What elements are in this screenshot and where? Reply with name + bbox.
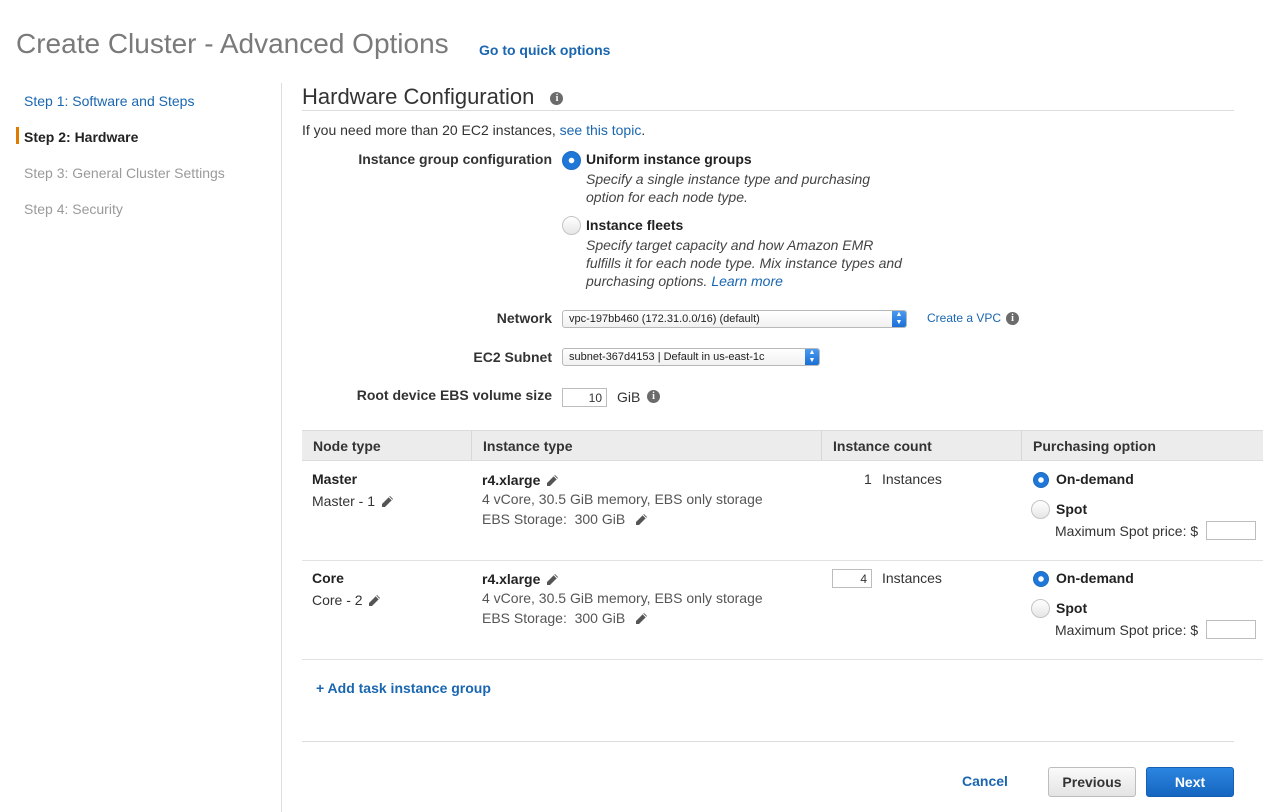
footer-divider (302, 741, 1234, 742)
column-separator (1021, 431, 1022, 460)
node-name-core: Core - 2 (312, 592, 382, 609)
ebs-volume-size-input[interactable] (562, 388, 607, 407)
fleets-desc-line-3-text: purchasing options. (586, 273, 712, 289)
node-name-master-text: Master - 1 (312, 493, 376, 509)
instance-fleets-title: Instance fleets (586, 217, 684, 233)
spot-radio-master[interactable] (1031, 500, 1050, 519)
ebs-storage-core: EBS Storage: 300 GiB (482, 610, 649, 627)
intro-text-end: . (641, 122, 646, 138)
sidebar-step-general-settings: Step 3: General Cluster Settings (24, 165, 225, 181)
pencil-icon[interactable] (544, 473, 560, 489)
instance-specs-core: 4 vCore, 30.5 GiB memory, EBS only stora… (482, 590, 763, 606)
next-button[interactable]: Next (1146, 767, 1234, 797)
instance-group-config-label: Instance group configuration (358, 151, 552, 167)
pencil-icon[interactable] (633, 611, 649, 627)
uniform-instance-groups-desc: Specify a single instance type and purch… (586, 170, 870, 206)
network-label: Network (496, 310, 552, 326)
pencil-icon[interactable] (366, 593, 382, 609)
sidebar-step-software[interactable]: Step 1: Software and Steps (24, 93, 194, 109)
col-header-instance-type: Instance type (483, 438, 573, 454)
instance-type-master: r4.xlarge (482, 472, 560, 489)
max-spot-price-label-core: Maximum Spot price: $ (1055, 622, 1199, 638)
pencil-icon[interactable] (379, 494, 395, 510)
column-separator (821, 431, 822, 460)
max-spot-price-input-core[interactable] (1206, 620, 1256, 639)
instance-fleets-radio[interactable] (562, 216, 581, 235)
sidebar-divider (281, 83, 282, 812)
ec2-subnet-select-value: subnet-367d4153 | Default in us-east-1c (569, 351, 765, 363)
node-type-core: Core (312, 570, 344, 586)
instance-count-input-core[interactable] (832, 569, 872, 588)
learn-more-link[interactable]: Learn more (711, 273, 783, 289)
on-demand-label-master: On-demand (1056, 471, 1134, 487)
fleets-desc-line-2: fulfills it for each node type. Mix inst… (586, 255, 902, 271)
instance-type-core: r4.xlarge (482, 571, 560, 588)
ebs-storage-master-value: 300 GiB (574, 511, 626, 527)
max-spot-price-label-master: Maximum Spot price: $ (1055, 523, 1199, 539)
row-divider (302, 659, 1263, 660)
see-this-topic-link[interactable]: see this topic (560, 122, 642, 138)
ebs-storage-core-label: EBS Storage: (482, 610, 567, 626)
info-icon[interactable]: i (1006, 312, 1019, 325)
spot-label-core: Spot (1056, 600, 1088, 616)
intro-text-main: If you need more than 20 EC2 instances, (302, 122, 560, 138)
updown-arrow-icon: ▲ ▼ (892, 311, 906, 327)
uniform-instance-groups-title: Uniform instance groups (586, 151, 752, 167)
on-demand-label-core: On-demand (1056, 570, 1134, 586)
previous-button[interactable]: Previous (1048, 767, 1136, 797)
intro-text: If you need more than 20 EC2 instances, … (302, 122, 645, 138)
node-name-core-text: Core - 2 (312, 592, 363, 608)
ebs-volume-unit: GiB (617, 389, 641, 405)
on-demand-radio-master[interactable] (1033, 472, 1049, 488)
uniform-desc-line-1: Specify a single instance type and purch… (586, 171, 871, 187)
node-name-master: Master - 1 (312, 493, 395, 510)
active-step-marker (16, 127, 19, 144)
instance-count-unit-core: Instances (882, 570, 942, 586)
column-separator (471, 431, 472, 460)
info-icon[interactable]: i (550, 92, 564, 105)
add-task-instance-group-link[interactable]: + Add task instance group (316, 680, 491, 696)
updown-arrow-icon: ▲ ▼ (805, 349, 819, 365)
instance-type-core-text: r4.xlarge (482, 571, 541, 587)
info-icon[interactable]: i (647, 390, 660, 403)
col-header-purchasing-option: Purchasing option (1033, 438, 1156, 454)
section-title: Hardware Configuration i (302, 84, 564, 110)
sidebar-step-security: Step 4: Security (24, 201, 123, 217)
instance-fleets-desc: Specify target capacity and how Amazon E… (586, 236, 902, 290)
instance-type-master-text: r4.xlarge (482, 472, 541, 488)
page-title: Create Cluster - Advanced Options (16, 28, 449, 59)
ebs-volume-size-label: Root device EBS volume size (356, 387, 552, 403)
row-divider (302, 560, 1263, 561)
ebs-storage-core-value: 300 GiB (574, 610, 626, 626)
table-header: Node type Instance type Instance count P… (302, 430, 1263, 461)
ec2-subnet-select[interactable]: subnet-367d4153 | Default in us-east-1c … (562, 348, 820, 366)
node-type-master: Master (312, 471, 358, 487)
spot-radio-core[interactable] (1031, 599, 1050, 618)
ebs-storage-master: EBS Storage: 300 GiB (482, 511, 649, 528)
instance-count-unit-master: Instances (882, 471, 942, 487)
fleets-desc-line-1: Specify target capacity and how Amazon E… (586, 237, 874, 253)
section-title-text: Hardware Configuration (302, 84, 535, 109)
section-divider (302, 110, 1234, 111)
col-header-instance-count: Instance count (833, 438, 932, 454)
cancel-button[interactable]: Cancel (955, 767, 1015, 797)
instance-specs-master: 4 vCore, 30.5 GiB memory, EBS only stora… (482, 491, 763, 507)
uniform-desc-line-2: option for each node type. (586, 189, 748, 205)
create-vpc-link[interactable]: Create a VPC (927, 311, 1001, 325)
quick-options-link[interactable]: Go to quick options (479, 42, 610, 58)
on-demand-radio-core[interactable] (1033, 571, 1049, 587)
max-spot-price-input-master[interactable] (1206, 521, 1256, 540)
instance-count-master: 1 (864, 471, 872, 487)
pencil-icon[interactable] (544, 572, 560, 588)
fleets-desc-line-3: purchasing options. Learn more (586, 272, 902, 290)
col-header-node-type: Node type (313, 438, 381, 454)
uniform-instance-groups-radio[interactable] (562, 151, 581, 170)
sidebar-step-hardware: Step 2: Hardware (24, 129, 139, 145)
ec2-subnet-label: EC2 Subnet (473, 349, 552, 365)
spot-label-master: Spot (1056, 501, 1088, 517)
pencil-icon[interactable] (633, 512, 649, 528)
network-select[interactable]: vpc-197bb460 (172.31.0.0/16) (default) ▲… (562, 310, 907, 328)
network-select-value: vpc-197bb460 (172.31.0.0/16) (default) (569, 313, 760, 325)
ebs-storage-master-label: EBS Storage: (482, 511, 567, 527)
